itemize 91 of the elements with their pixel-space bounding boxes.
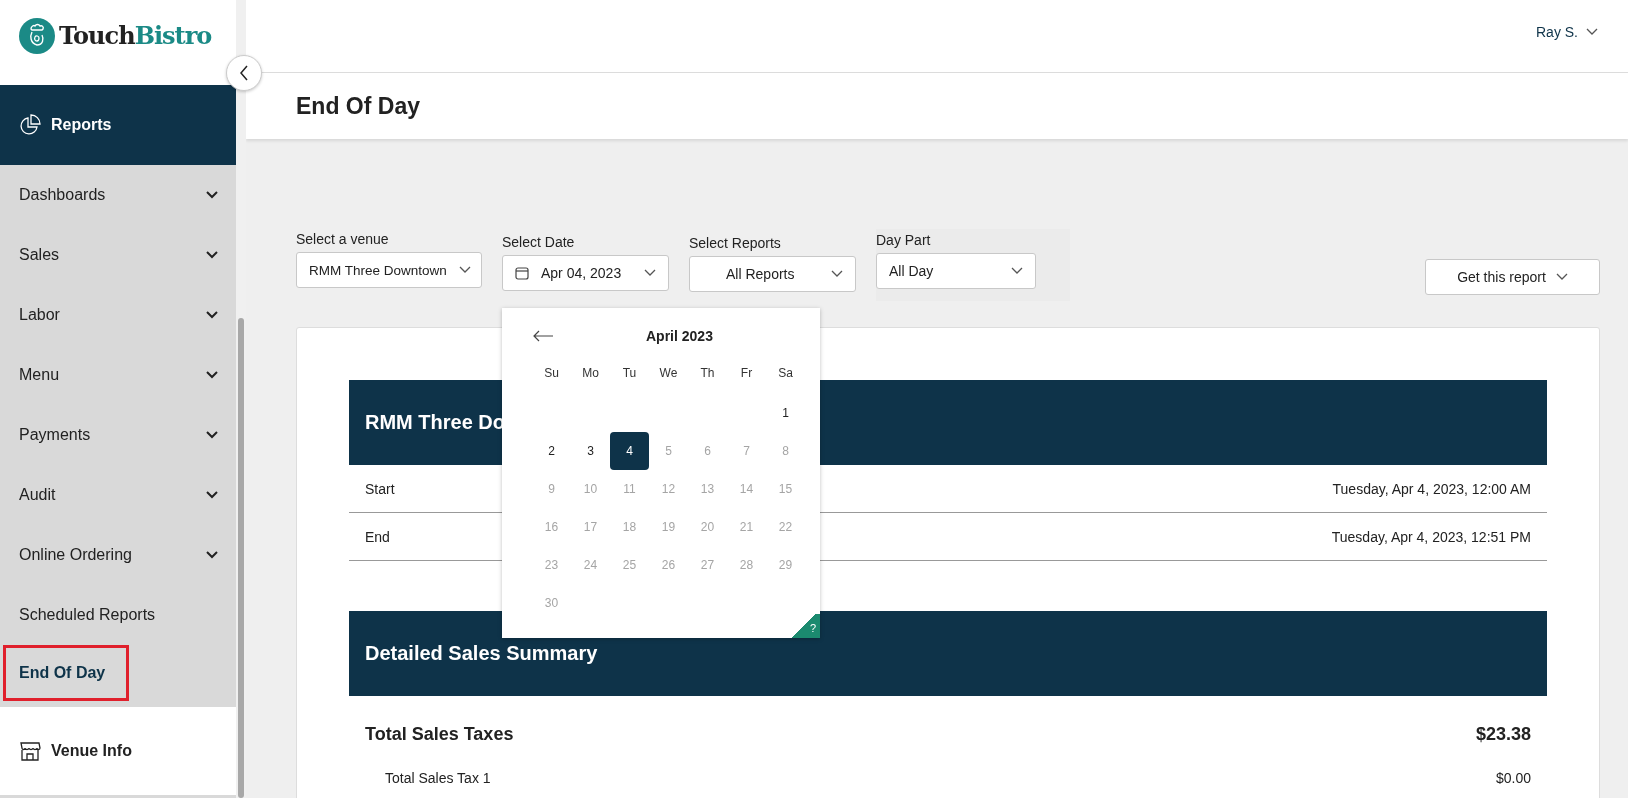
- chevron-down-icon: [1586, 28, 1598, 36]
- venue-info-label: Venue Info: [51, 742, 132, 760]
- get-report-button[interactable]: Get this report: [1425, 259, 1600, 295]
- row-value: Tuesday, Apr 4, 2023, 12:51 PM: [1331, 528, 1531, 545]
- chevron-down-icon: [644, 269, 656, 277]
- calendar-day: 9: [532, 470, 571, 508]
- calendar-day: 26: [649, 546, 688, 584]
- calendar-day: 7: [727, 432, 766, 470]
- calendar-day: 8: [766, 432, 805, 470]
- pie-chart-icon: [19, 114, 41, 136]
- line-label: Total Sales Tax 1: [385, 770, 491, 786]
- calendar-day: 25: [610, 546, 649, 584]
- calendar-day: 11: [610, 470, 649, 508]
- sidebar-item[interactable]: Dashboards: [0, 165, 236, 225]
- line-label: Total Sales Taxes: [365, 723, 514, 745]
- month-title: April 2023: [646, 328, 713, 344]
- calendar-day: 20: [688, 508, 727, 546]
- chevron-down-icon: [831, 270, 843, 278]
- dropdown[interactable]: All Day: [876, 253, 1036, 289]
- sidebar-item[interactable]: Sales: [0, 225, 236, 285]
- chef-logo-icon: [19, 17, 55, 54]
- sidebar-item[interactable]: Online Ordering: [0, 525, 236, 585]
- calendar-day: 21: [727, 508, 766, 546]
- chevron-down-icon: [206, 431, 218, 439]
- calendar-day: 14: [727, 470, 766, 508]
- calendar-day: 5: [649, 432, 688, 470]
- weekday-label: Mo: [581, 365, 600, 382]
- chevron-down-icon: [459, 266, 471, 274]
- calendar-day[interactable]: 1: [766, 394, 805, 432]
- calendar-day: 23: [532, 546, 571, 584]
- sidebar-item[interactable]: Audit: [0, 465, 236, 525]
- date-field[interactable]: Apr 04, 2023: [502, 255, 669, 291]
- line-value: $0.00: [1495, 770, 1531, 786]
- calendar-day: 30: [532, 584, 571, 622]
- reports-header[interactable]: Reports: [0, 85, 236, 165]
- calendar-day: 22: [766, 508, 805, 546]
- row-label: Start: [365, 480, 395, 497]
- dropdown[interactable]: All Reports: [689, 256, 856, 292]
- calendar-day[interactable]: 4: [610, 432, 649, 470]
- section-label: Reports: [51, 116, 112, 134]
- calendar-day: 12: [649, 470, 688, 508]
- calendar-icon: [515, 266, 529, 280]
- chevron-down-icon: [206, 311, 218, 319]
- dropdown[interactable]: RMM Three Downtown: [296, 252, 482, 288]
- chevron-down-icon: [206, 251, 218, 259]
- chevron-left-icon: [239, 65, 249, 81]
- back-arrow-icon[interactable]: [532, 330, 554, 342]
- calendar-day: 18: [610, 508, 649, 546]
- calendar-day: 19: [649, 508, 688, 546]
- chevron-down-icon: [1011, 267, 1023, 275]
- sidebar-item[interactable]: End Of Day: [3, 645, 129, 701]
- row-label: End: [365, 528, 390, 545]
- storefront-icon: [19, 740, 41, 762]
- banner-title: Detailed Sales Summary: [365, 642, 598, 665]
- calendar-day[interactable]: 3: [571, 432, 610, 470]
- line-value: $23.38: [1475, 723, 1531, 745]
- field-label: Select Reports: [689, 235, 782, 251]
- calendar-day: 10: [571, 470, 610, 508]
- chevron-down-icon: [206, 371, 218, 379]
- calendar-day[interactable]: 2: [532, 432, 571, 470]
- calendar-day: 29: [766, 546, 805, 584]
- field-label: Select a venue: [296, 231, 390, 247]
- calendar-day: 13: [688, 470, 727, 508]
- calendar-day: 24: [571, 546, 610, 584]
- calendar-day: 27: [688, 546, 727, 584]
- sidebar-item[interactable]: Scheduled Reports: [0, 585, 236, 645]
- user-menu[interactable]: Ray S.: [1536, 24, 1598, 40]
- row-value: Tuesday, Apr 4, 2023, 12:00 AM: [1332, 480, 1531, 497]
- field-label: Day Part: [876, 232, 932, 248]
- chevron-down-icon: [206, 191, 218, 199]
- sidebar-item[interactable]: Menu: [0, 345, 236, 405]
- chevron-down-icon: [206, 551, 218, 559]
- sidebar-item[interactable]: Payments: [0, 405, 236, 465]
- weekday-label: Fr: [739, 365, 754, 382]
- calendar-day: 15: [766, 470, 805, 508]
- brand-name: TouchBistro: [59, 21, 212, 50]
- weekday-label: Su: [543, 365, 560, 382]
- weekday-label: Sa: [777, 365, 794, 382]
- calendar-day: 17: [571, 508, 610, 546]
- calendar-day: 16: [532, 508, 571, 546]
- weekday-label: Tu: [621, 365, 638, 382]
- page-title: End Of Day: [296, 92, 420, 120]
- venue-info-item[interactable]: Venue Info: [0, 707, 236, 795]
- calendar-day: 6: [688, 432, 727, 470]
- field-label: Select Date: [502, 234, 576, 250]
- chevron-down-icon: [1555, 273, 1568, 281]
- weekday-label: We: [658, 365, 679, 382]
- sidebar-item[interactable]: Labor: [0, 285, 236, 345]
- chevron-down-icon: [206, 491, 218, 499]
- calendar-day: 28: [727, 546, 766, 584]
- weekday-label: Th: [699, 365, 716, 382]
